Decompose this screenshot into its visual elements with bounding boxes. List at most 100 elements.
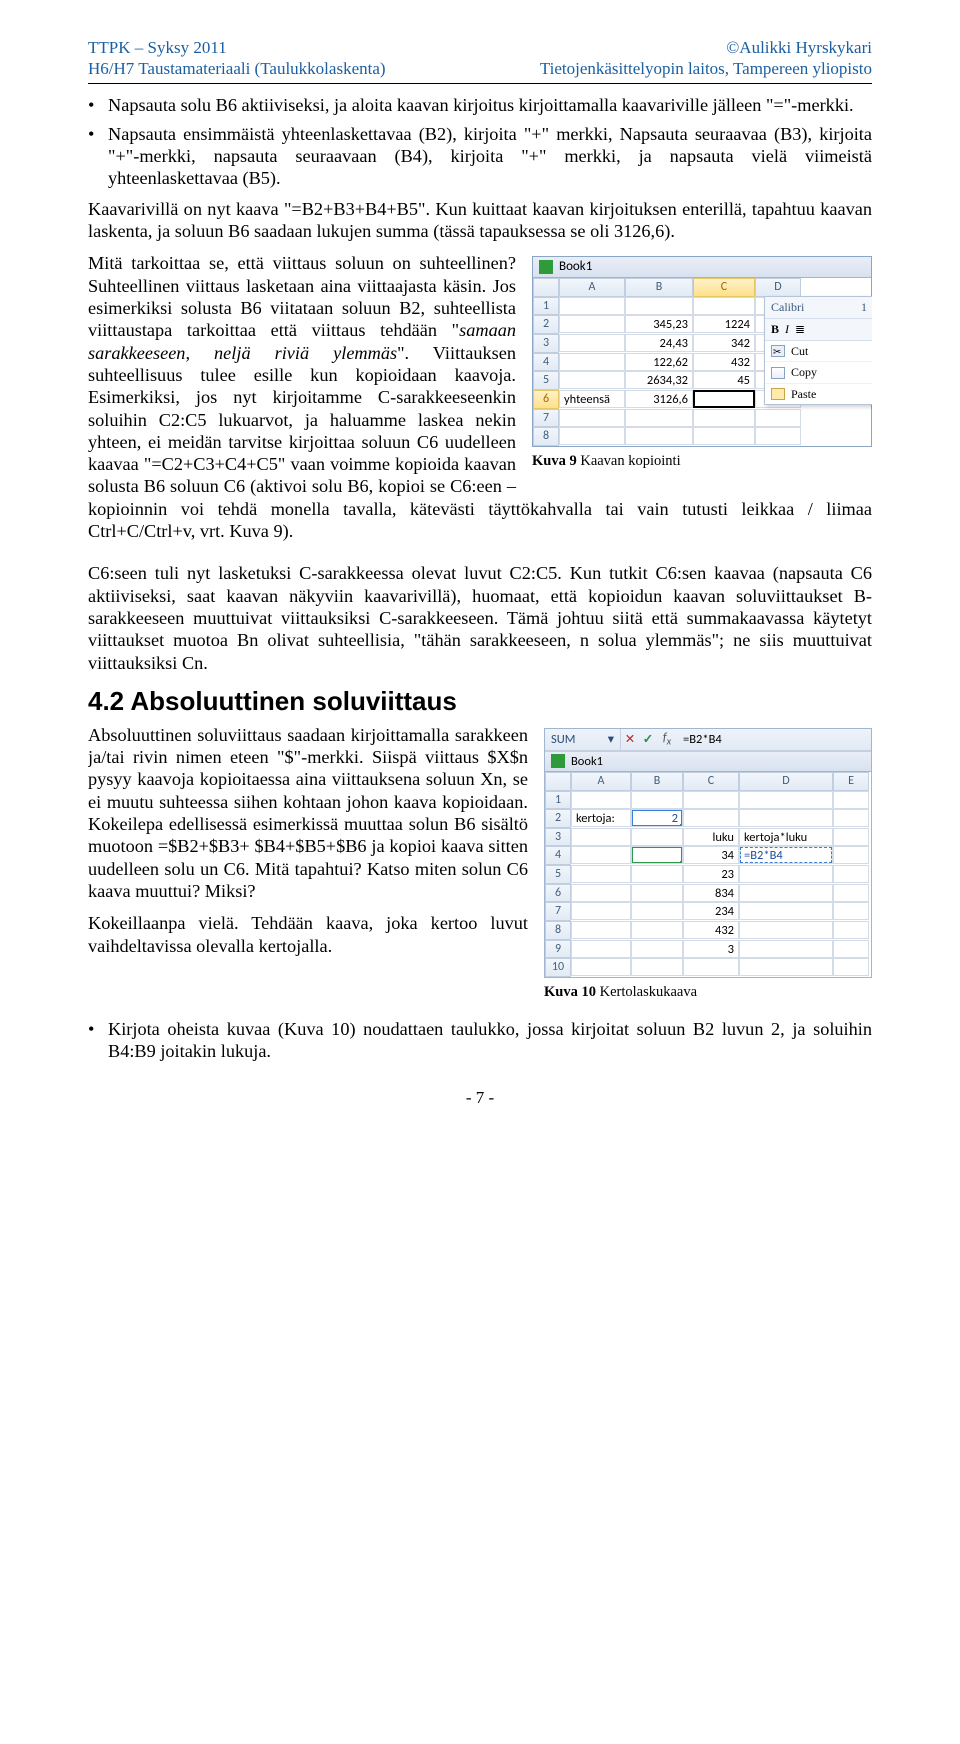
sheet-cell[interactable] — [559, 334, 625, 352]
col-header[interactable]: A — [571, 772, 631, 791]
sheet-cell[interactable] — [833, 828, 869, 846]
row-header[interactable]: 5 — [545, 865, 571, 884]
sheet-cell[interactable] — [625, 409, 693, 427]
sheet-cell[interactable]: 432 — [693, 353, 755, 371]
col-header[interactable]: B — [625, 278, 693, 297]
sheet-cell[interactable]: 45 — [693, 371, 755, 389]
col-header[interactable]: B — [631, 772, 683, 791]
sheet-cell[interactable] — [559, 427, 625, 445]
sheet-cell[interactable] — [571, 846, 631, 864]
sheet-cell[interactable] — [631, 884, 683, 902]
sheet-cell[interactable] — [571, 958, 631, 976]
sheet-cell[interactable] — [739, 921, 833, 939]
sheet-cell[interactable] — [833, 865, 869, 883]
sheet-cell[interactable] — [631, 902, 683, 920]
sheet-cell[interactable]: 2634,32 — [625, 371, 693, 389]
sheet-cell[interactable]: yhteensä — [559, 390, 625, 408]
sheet-cell[interactable] — [833, 791, 869, 809]
mini-toolbar-font[interactable]: Calibri 1 — [765, 297, 872, 319]
sheet-cell[interactable]: 342 — [693, 334, 755, 352]
sheet-cell[interactable] — [559, 315, 625, 333]
sheet-cell[interactable]: 3 — [683, 940, 739, 958]
row-header[interactable]: 10 — [545, 958, 571, 977]
sheet-cell-ref[interactable] — [631, 846, 683, 864]
sheet-cell[interactable] — [693, 409, 755, 427]
sheet-cell[interactable] — [739, 884, 833, 902]
formula-input[interactable]: =B2*B4 — [677, 732, 871, 747]
row-header[interactable]: 4 — [533, 353, 559, 372]
sheet-cell[interactable] — [739, 809, 833, 827]
sheet-cell[interactable]: 122,62 — [625, 353, 693, 371]
sheet-cell[interactable]: kertoja*luku — [739, 828, 833, 846]
sheet-cell[interactable] — [625, 427, 693, 445]
sheet-cell[interactable]: 834 — [683, 884, 739, 902]
sheet-cell[interactable] — [559, 371, 625, 389]
sheet-cell[interactable] — [683, 958, 739, 976]
col-header[interactable]: A — [559, 278, 625, 297]
col-header[interactable]: C — [683, 772, 739, 791]
sheet-cell[interactable]: 23 — [683, 865, 739, 883]
sheet-cell[interactable] — [571, 791, 631, 809]
sheet-cell[interactable] — [755, 409, 801, 427]
sheet-cell-ref[interactable]: 2 — [631, 809, 683, 827]
mini-toolbar-format[interactable]: B I ≣ — [765, 319, 872, 341]
sheet-cell[interactable] — [693, 427, 755, 445]
name-box[interactable]: SUM▾ — [545, 729, 621, 750]
select-all-corner[interactable] — [533, 278, 559, 297]
sheet-cell[interactable]: 432 — [683, 921, 739, 939]
context-menu-paste[interactable]: Paste — [765, 384, 872, 405]
sheet-cell[interactable] — [625, 297, 693, 315]
sheet-cell[interactable] — [631, 791, 683, 809]
row-header[interactable]: 8 — [533, 427, 559, 446]
sheet-cell[interactable] — [631, 921, 683, 939]
row-header[interactable]: 3 — [545, 828, 571, 847]
sheet-cell[interactable] — [571, 921, 631, 939]
sheet-cell[interactable] — [571, 828, 631, 846]
sheet-cell[interactable] — [833, 884, 869, 902]
context-menu-cut[interactable]: Cut — [765, 341, 872, 363]
confirm-formula-icon[interactable]: ✓ — [639, 732, 657, 747]
row-header[interactable]: 6 — [545, 884, 571, 903]
sheet-cell[interactable] — [559, 353, 625, 371]
sheet-cell[interactable] — [739, 865, 833, 883]
row-header[interactable]: 6 — [533, 390, 559, 409]
row-header[interactable]: 3 — [533, 334, 559, 353]
row-header[interactable]: 2 — [533, 315, 559, 334]
row-header[interactable]: 4 — [545, 846, 571, 865]
sheet-cell[interactable]: kertoja: — [571, 809, 631, 827]
row-header[interactable]: 5 — [533, 371, 559, 390]
sheet-cell[interactable] — [631, 958, 683, 976]
sheet-cell[interactable]: luku — [683, 828, 739, 846]
sheet-cell[interactable] — [631, 865, 683, 883]
sheet-cell[interactable] — [571, 865, 631, 883]
sheet-cell[interactable] — [833, 846, 869, 864]
row-header[interactable]: 7 — [533, 409, 559, 428]
sheet-cell[interactable] — [559, 297, 625, 315]
sheet-cell[interactable] — [693, 297, 755, 315]
sheet-cell[interactable] — [833, 958, 869, 976]
row-header[interactable]: 7 — [545, 902, 571, 921]
sheet-cell[interactable] — [683, 791, 739, 809]
sheet-cell[interactable] — [833, 940, 869, 958]
sheet-cell[interactable]: 3126,6 — [625, 390, 693, 408]
sheet-cell[interactable] — [833, 921, 869, 939]
fx-icon[interactable]: fx — [657, 730, 677, 748]
sheet-cell[interactable]: 34 — [683, 846, 739, 864]
sheet-cell[interactable]: 24,43 — [625, 334, 693, 352]
sheet-cell[interactable] — [755, 427, 801, 445]
context-menu-copy[interactable]: Copy — [765, 362, 872, 384]
sheet-cell[interactable] — [571, 940, 631, 958]
row-header[interactable]: 9 — [545, 940, 571, 959]
sheet-cell-editing[interactable]: =B2*B4 — [739, 846, 833, 864]
sheet-cell[interactable] — [739, 791, 833, 809]
sheet-cell[interactable] — [833, 809, 869, 827]
sheet-cell[interactable]: 234 — [683, 902, 739, 920]
select-all-corner[interactable] — [545, 772, 571, 791]
sheet-cell-selected[interactable] — [693, 390, 755, 408]
row-header[interactable]: 2 — [545, 809, 571, 828]
row-header[interactable]: 1 — [545, 791, 571, 810]
sheet-cell[interactable] — [683, 809, 739, 827]
row-header[interactable]: 8 — [545, 921, 571, 940]
col-header[interactable]: E — [833, 772, 869, 791]
sheet-cell[interactable] — [631, 940, 683, 958]
